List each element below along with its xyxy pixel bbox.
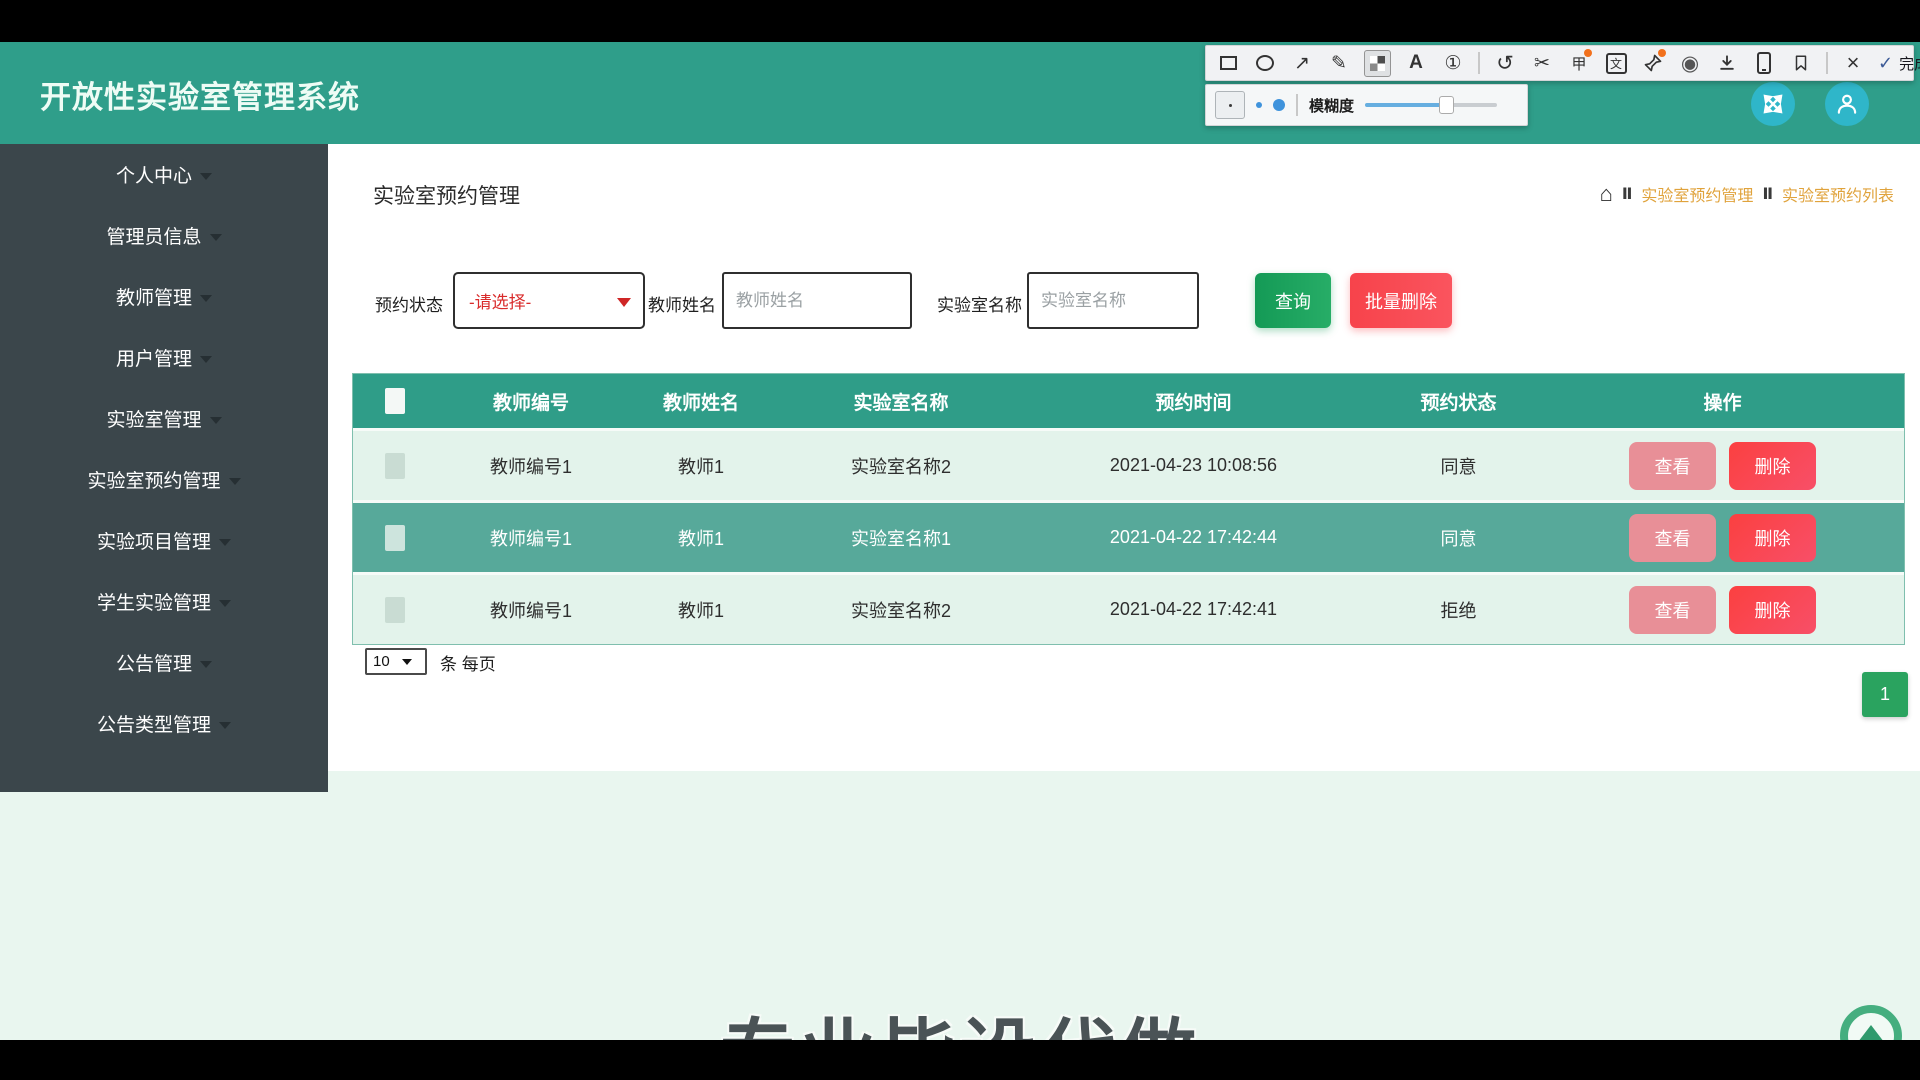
batch-delete-button[interactable]: 批量删除 bbox=[1350, 273, 1452, 328]
row-checkbox[interactable] bbox=[385, 525, 405, 551]
reservation-table: 教师编号 教师姓名 实验室名称 预约时间 预约状态 操作 教师编号1 教师1 实… bbox=[352, 373, 1905, 645]
expand-arrows-icon bbox=[1761, 92, 1785, 116]
user-button[interactable] bbox=[1825, 82, 1869, 126]
status-badge: 同意 bbox=[1376, 453, 1541, 479]
blur-slider-handle[interactable] bbox=[1439, 96, 1454, 114]
chevron-down-icon bbox=[210, 234, 222, 241]
stroke-size-large[interactable] bbox=[1273, 99, 1285, 111]
sidebar-item-admin-info[interactable]: 管理员信息 bbox=[0, 205, 328, 266]
stroke-size-small-selected[interactable] bbox=[1215, 91, 1245, 119]
watermark-text: 专业毕设代做 bbox=[0, 993, 1920, 1040]
record-icon[interactable]: ◉ bbox=[1678, 50, 1702, 76]
mosaic-tool-icon[interactable] bbox=[1364, 50, 1391, 77]
ocr-icon[interactable]: 文 bbox=[1604, 50, 1628, 76]
sidebar-item-teacher-mgmt[interactable]: 教师管理 bbox=[0, 266, 328, 327]
sidebar-item-student-experiment-mgmt[interactable]: 学生实验管理 bbox=[0, 571, 328, 632]
sidebar-item-personal-center[interactable]: 个人中心 bbox=[0, 144, 328, 205]
stroke-size-medium[interactable] bbox=[1256, 102, 1262, 108]
letterbox-top bbox=[0, 0, 1920, 42]
lab-name-label: 实验室名称 bbox=[937, 291, 1022, 316]
status-badge: 同意 bbox=[1376, 525, 1541, 551]
home-icon[interactable]: ⌂ bbox=[1600, 183, 1613, 205]
translate-icon[interactable]: 甲 bbox=[1567, 50, 1591, 76]
page-1-button[interactable]: 1 bbox=[1862, 672, 1908, 717]
table-row-highlighted: 教师编号1 教师1 实验室名称1 2021-04-22 17:42:44 同意 … bbox=[353, 500, 1904, 572]
teacher-name-label: 教师姓名 bbox=[648, 291, 716, 316]
chevron-down-icon bbox=[219, 600, 231, 607]
number-badge-tool-icon[interactable]: ① bbox=[1441, 50, 1465, 76]
table-header-row: 教师编号 教师姓名 实验室名称 预约时间 预约状态 操作 bbox=[353, 374, 1904, 428]
rectangle-tool-icon[interactable] bbox=[1216, 50, 1240, 76]
chevron-down-icon bbox=[210, 417, 222, 424]
select-all-checkbox[interactable] bbox=[385, 388, 405, 414]
phone-icon[interactable] bbox=[1752, 50, 1776, 76]
arrow-tool-icon[interactable]: ↗ bbox=[1290, 50, 1314, 76]
row-checkbox[interactable] bbox=[385, 597, 405, 623]
sidebar-item-lab-mgmt[interactable]: 实验室管理 bbox=[0, 388, 328, 449]
toolbar-divider bbox=[1478, 52, 1480, 74]
sidebar-item-notice-mgmt[interactable]: 公告管理 bbox=[0, 632, 328, 693]
chevron-down-icon bbox=[617, 298, 631, 307]
scissors-icon[interactable]: ✂ bbox=[1530, 50, 1554, 76]
screen: 开放性实验室管理系统 ↗ ✎ A ① ↺ ✂ 甲 文 bbox=[0, 0, 1920, 1080]
annotation-toolbar: ↗ ✎ A ① ↺ ✂ 甲 文 ◉ × ✓ 完成 bbox=[1205, 45, 1914, 81]
status-badge: 拒绝 bbox=[1376, 597, 1541, 623]
ellipse-tool-icon[interactable] bbox=[1253, 50, 1277, 76]
delete-button[interactable]: 删除 bbox=[1729, 442, 1816, 490]
check-icon: ✓ bbox=[1878, 53, 1893, 74]
sidebar-item-lab-reservation-mgmt[interactable]: 实验室预约管理 bbox=[0, 449, 328, 510]
teacher-name-input[interactable] bbox=[722, 272, 912, 329]
sidebar-item-notice-type-mgmt[interactable]: 公告类型管理 bbox=[0, 693, 328, 754]
annotation-options-bar: 模糊度 bbox=[1205, 84, 1528, 126]
chevron-down-icon bbox=[200, 173, 212, 180]
sidebar: 个人中心 管理员信息 教师管理 用户管理 实验室管理 实验室预约管理 实验项目管… bbox=[0, 144, 328, 792]
bookmark-icon[interactable] bbox=[1789, 50, 1813, 76]
table-row: 教师编号1 教师1 实验室名称2 2021-04-23 10:08:56 同意 … bbox=[353, 428, 1904, 500]
chevron-down-icon bbox=[229, 478, 241, 485]
page-size-select[interactable]: 10 bbox=[365, 648, 427, 675]
breadcrumb-link-reservation-list[interactable]: 实验室预约列表 bbox=[1782, 182, 1894, 206]
user-icon bbox=[1834, 91, 1860, 117]
page-title: 实验室预约管理 bbox=[373, 180, 520, 210]
download-icon[interactable] bbox=[1715, 50, 1739, 76]
table-row: 教师编号1 教师1 实验室名称2 2021-04-22 17:42:41 拒绝 … bbox=[353, 572, 1904, 644]
toolbar-divider bbox=[1826, 52, 1828, 74]
chevron-down-icon bbox=[219, 539, 231, 546]
chevron-down-icon bbox=[200, 295, 212, 302]
blur-slider[interactable] bbox=[1365, 96, 1497, 114]
sidebar-item-user-mgmt[interactable]: 用户管理 bbox=[0, 327, 328, 388]
pen-tool-icon[interactable]: ✎ bbox=[1327, 50, 1351, 76]
status-filter-label: 预约状态 bbox=[375, 291, 443, 316]
per-page-label: 条 每页 bbox=[440, 650, 496, 675]
chevron-down-icon bbox=[219, 722, 231, 729]
undo-icon[interactable]: ↺ bbox=[1493, 50, 1517, 76]
lab-name-input[interactable] bbox=[1027, 272, 1199, 329]
view-button[interactable]: 查看 bbox=[1629, 514, 1716, 562]
footer-band: 专业毕设代做 bbox=[0, 771, 1920, 1040]
breadcrumb-link-reservation-mgmt[interactable]: 实验室预约管理 bbox=[1641, 182, 1753, 206]
status-select[interactable]: -请选择- bbox=[453, 272, 645, 329]
sidebar-item-experiment-project-mgmt[interactable]: 实验项目管理 bbox=[0, 510, 328, 571]
letterbox-bottom bbox=[0, 1040, 1920, 1080]
delete-button[interactable]: 删除 bbox=[1729, 586, 1816, 634]
app-title: 开放性实验室管理系统 bbox=[40, 72, 360, 117]
fullscreen-button[interactable] bbox=[1751, 82, 1795, 126]
pin-icon[interactable] bbox=[1641, 50, 1665, 76]
view-button[interactable]: 查看 bbox=[1629, 586, 1716, 634]
blur-label: 模糊度 bbox=[1309, 95, 1354, 116]
toolbar-divider bbox=[1296, 94, 1298, 116]
close-icon[interactable]: × bbox=[1841, 50, 1865, 76]
chevron-down-icon bbox=[200, 356, 212, 363]
delete-button[interactable]: 删除 bbox=[1729, 514, 1816, 562]
breadcrumb: ⌂ Ⅱ 实验室预约管理 Ⅱ 实验室预约列表 bbox=[1600, 182, 1894, 206]
view-button[interactable]: 查看 bbox=[1629, 442, 1716, 490]
search-button[interactable]: 查询 bbox=[1255, 273, 1331, 328]
text-tool-icon[interactable]: A bbox=[1404, 50, 1428, 76]
done-button[interactable]: ✓ 完成 bbox=[1878, 53, 1920, 74]
row-checkbox[interactable] bbox=[385, 453, 405, 479]
chevron-down-icon bbox=[200, 661, 212, 668]
chevron-down-icon bbox=[402, 659, 412, 665]
